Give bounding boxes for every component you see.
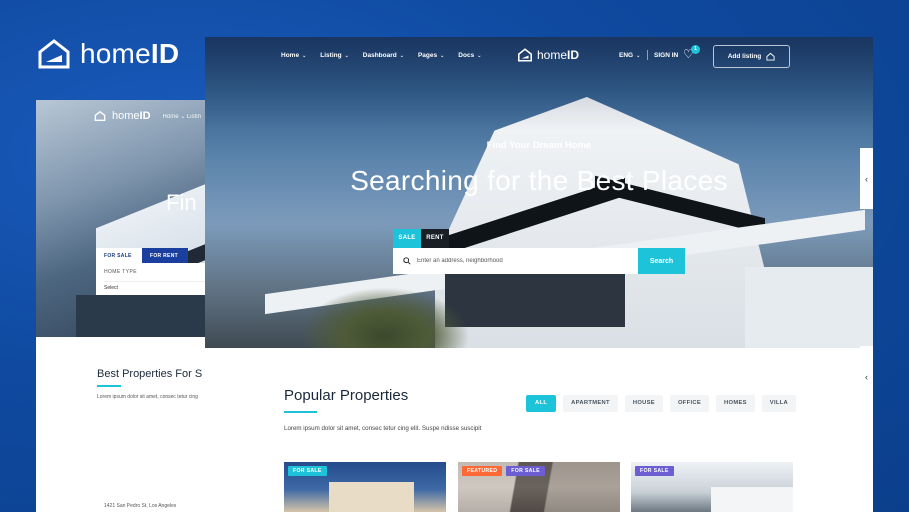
title-underline bbox=[284, 411, 317, 413]
home-logo-icon bbox=[94, 110, 106, 121]
back-nav: homeID Home ⌄ Listin bbox=[94, 110, 201, 122]
search-input[interactable] bbox=[417, 258, 632, 264]
tab-rent[interactable]: RENT bbox=[421, 229, 449, 248]
brand-name: homeID bbox=[80, 38, 180, 69]
main-nav: Home ⌄ Listing ⌄ Dashboard ⌄ Pages ⌄ Docs ⌄ h… bbox=[205, 37, 873, 77]
language-selector[interactable]: ENG ⌄ bbox=[619, 52, 640, 59]
chevron-down-icon: ⌄ bbox=[302, 52, 307, 59]
property-card[interactable]: FOR SALE bbox=[284, 462, 446, 512]
property-filters: ALL APARTMENT HOUSE OFFICE HOMES VILLA bbox=[526, 395, 797, 412]
filter-apartment[interactable]: APARTMENT bbox=[563, 395, 618, 412]
search-tabs: SALE RENT bbox=[393, 229, 449, 248]
back-address: 1421 San Pedro St, Los Angeles bbox=[104, 503, 177, 509]
add-listing-label: Add listing bbox=[727, 53, 762, 60]
home-logo-icon bbox=[518, 48, 532, 62]
property-image bbox=[329, 482, 414, 512]
chevron-left-icon: ‹ bbox=[865, 371, 868, 382]
back-section-title: Best Properties For S bbox=[97, 368, 203, 380]
card-badges: FOR SALE bbox=[288, 466, 327, 476]
nav-divider bbox=[647, 50, 648, 60]
card-badges: FOR SALE bbox=[635, 466, 674, 476]
house-icon bbox=[766, 52, 775, 61]
for-sale-badge: FOR SALE bbox=[506, 466, 545, 476]
back-tab-for-sale: FOR SALE bbox=[96, 248, 142, 264]
chevron-down-icon: ⌄ bbox=[477, 52, 482, 59]
filter-house[interactable]: HOUSE bbox=[624, 395, 663, 412]
brand-logo: homeID bbox=[36, 36, 179, 72]
filter-villa[interactable]: VILLA bbox=[761, 395, 797, 412]
search-box bbox=[393, 248, 638, 274]
chevron-left-icon: ‹ bbox=[865, 173, 868, 184]
search-icon bbox=[403, 257, 411, 265]
section-title: Popular Properties bbox=[284, 387, 409, 404]
back-section-desc: Lorem ipsum dolor sit amet, consec tetur… bbox=[97, 394, 198, 400]
front-hero: Home ⌄ Listing ⌄ Dashboard ⌄ Pages ⌄ Docs ⌄ h… bbox=[205, 37, 873, 348]
wishlist-count-badge: 1 bbox=[691, 45, 700, 54]
nav-logo-text: homeID bbox=[537, 48, 580, 62]
home-logo-icon bbox=[38, 39, 70, 69]
add-listing-button[interactable]: Add listing bbox=[713, 45, 790, 68]
filter-all[interactable]: ALL bbox=[526, 395, 557, 412]
back-logo-text: homeID bbox=[112, 110, 151, 122]
back-tab-for-rent: FOR RENT bbox=[142, 248, 188, 264]
nav-item-docs[interactable]: Docs ⌄ bbox=[458, 52, 481, 59]
signin-link[interactable]: SIGN IN bbox=[654, 52, 678, 59]
hero-title: Searching for the Best Places bbox=[350, 165, 728, 196]
chevron-down-icon: ⌄ bbox=[344, 52, 349, 59]
property-image bbox=[711, 487, 793, 512]
popular-properties-section: Popular Properties Lorem ipsum dolor sit… bbox=[205, 348, 873, 512]
chevron-down-icon: ⌄ bbox=[440, 52, 445, 59]
nav-item-listing[interactable]: Listing ⌄ bbox=[320, 52, 349, 59]
chevron-down-icon: ⌄ bbox=[399, 52, 404, 59]
back-menu: Home ⌄ Listin bbox=[162, 113, 201, 120]
section-description: Lorem ipsum dolor sit amet, consec tetur… bbox=[284, 425, 482, 432]
for-sale-badge: FOR SALE bbox=[288, 466, 327, 476]
featured-badge: FEATURED bbox=[462, 466, 503, 476]
nav-item-pages[interactable]: Pages ⌄ bbox=[418, 52, 444, 59]
card-badges: FEATURED FOR SALE bbox=[462, 466, 545, 476]
hero-subtitle: Find Your Dream Home bbox=[486, 140, 592, 151]
back-title-underline bbox=[97, 385, 121, 387]
nav-item-home[interactable]: Home ⌄ bbox=[281, 52, 306, 59]
chevron-down-icon: ⌄ bbox=[636, 52, 641, 59]
nav-logo[interactable]: homeID bbox=[517, 47, 579, 63]
back-hero-text: Fin bbox=[166, 190, 197, 215]
nav-item-dashboard[interactable]: Dashboard ⌄ bbox=[363, 52, 404, 59]
back-search-tabs: FOR SALE FOR RENT bbox=[96, 248, 188, 264]
tab-sale[interactable]: SALE bbox=[393, 229, 421, 248]
slider-prev-button[interactable]: ‹ bbox=[860, 148, 873, 209]
search-button[interactable]: Search bbox=[638, 248, 685, 274]
nav-menu: Home ⌄ Listing ⌄ Dashboard ⌄ Pages ⌄ Docs ⌄ bbox=[281, 52, 481, 59]
filter-office[interactable]: OFFICE bbox=[669, 395, 710, 412]
filter-homes[interactable]: HOMES bbox=[716, 395, 755, 412]
property-card[interactable]: FOR SALE bbox=[631, 462, 793, 512]
for-sale-badge: FOR SALE bbox=[635, 466, 674, 476]
slider-prev-button[interactable]: ‹ bbox=[860, 346, 873, 407]
property-card[interactable]: FEATURED FOR SALE bbox=[458, 462, 620, 512]
